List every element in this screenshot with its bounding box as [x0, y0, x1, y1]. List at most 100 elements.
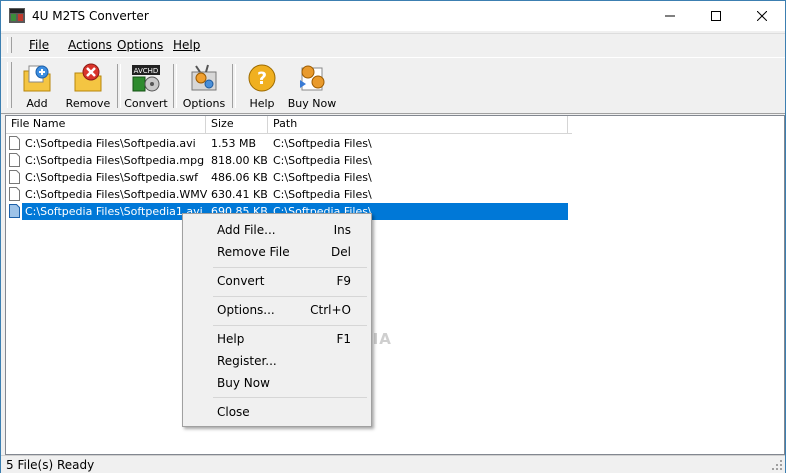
svg-text:AVCHD: AVCHD [134, 67, 159, 75]
buy-now-button[interactable]: Buy Now [287, 60, 337, 112]
menu-separator [213, 397, 367, 398]
ctx-options[interactable]: Options... Ctrl+O [185, 299, 369, 321]
app-icon[interactable] [9, 8, 25, 23]
table-row[interactable]: C:\Softpedia Files\Softpedia.WMV 630.41 … [6, 186, 568, 203]
cell-path: C:\Softpedia Files\ [273, 154, 372, 167]
toolbar-separator [117, 64, 121, 108]
ctx-convert[interactable]: Convert F9 [185, 270, 369, 292]
svg-text:?: ? [257, 69, 267, 89]
menu-separator [213, 325, 367, 326]
toolbar-separator [232, 64, 236, 108]
ctx-add-file[interactable]: Add File... Ins [185, 219, 369, 241]
cell-path: C:\Softpedia Files\ [273, 137, 372, 150]
table-row[interactable]: C:\Softpedia Files\Softpedia.avi 1.53 MB… [6, 135, 568, 152]
help-icon: ? [248, 64, 276, 92]
context-menu: Add File... Ins Remove File Del Convert … [182, 213, 372, 427]
maximize-icon [711, 11, 721, 21]
menu-options-label: Options [117, 38, 164, 52]
ctx-label: Help [217, 332, 245, 346]
column-file-name[interactable]: File Name [6, 116, 206, 133]
menu-separator [213, 267, 367, 268]
menu-options[interactable]: Options [117, 38, 163, 52]
remove-button[interactable]: Remove [63, 60, 113, 112]
cell-size: 486.06 KB [211, 171, 268, 184]
menu-file[interactable]: File [29, 38, 49, 52]
options-icon [191, 64, 217, 91]
convert-label: Convert [124, 97, 168, 110]
cell-size: 630.41 KB [211, 188, 268, 201]
maximize-button[interactable] [693, 1, 739, 31]
table-row[interactable]: C:\Softpedia Files\Softpedia.mpg 818.00 … [6, 152, 568, 169]
ctx-label: Register... [217, 354, 277, 368]
cell-path: C:\Softpedia Files\ [273, 188, 372, 201]
menu-file-label: File [29, 38, 50, 52]
cell-file-name: C:\Softpedia Files\Softpedia.swf [25, 171, 198, 184]
ctx-shortcut: F1 [336, 332, 351, 346]
ctx-label: Remove File [217, 245, 290, 259]
options-button[interactable]: Options [181, 60, 227, 112]
options-label: Options [182, 97, 226, 110]
help-button[interactable]: ? Help [241, 60, 283, 112]
add-button[interactable]: Add [15, 60, 59, 112]
ctx-label: Options... [217, 303, 275, 317]
ctx-close[interactable]: Close [185, 401, 369, 423]
menu-bar: File Actions Options Help [1, 33, 785, 56]
minimize-icon [665, 15, 675, 17]
toolbar: Add Remove AVCHD Convert Options ? Help … [1, 57, 785, 114]
menu-help-label: Help [173, 38, 201, 52]
add-icon [23, 65, 51, 92]
ctx-shortcut: F9 [336, 274, 351, 288]
ctx-label: Close [217, 405, 250, 419]
ctx-label: Add File... [217, 223, 276, 237]
file-icon [9, 187, 20, 201]
ctx-label: Convert [217, 274, 265, 288]
cell-path: C:\Softpedia Files\ [273, 171, 372, 184]
ctx-help[interactable]: Help F1 [185, 328, 369, 350]
status-text: 5 File(s) Ready [6, 458, 95, 472]
menu-separator [213, 296, 367, 297]
menu-help[interactable]: Help [173, 38, 200, 52]
window-title: 4U M2TS Converter [32, 9, 149, 23]
convert-button[interactable]: AVCHD Convert [123, 60, 169, 112]
file-icon [9, 136, 20, 150]
toolbar-separator [173, 64, 177, 108]
ctx-shortcut: Ctrl+O [310, 303, 351, 317]
status-bar: 5 File(s) Ready [1, 455, 785, 473]
ctx-buy-now[interactable]: Buy Now [185, 372, 369, 394]
minimize-button[interactable] [647, 1, 693, 31]
remove-label: Remove [65, 97, 111, 110]
close-button[interactable] [739, 1, 785, 31]
buy-now-label: Buy Now [287, 97, 337, 110]
ctx-label: Buy Now [217, 376, 270, 390]
file-icon [9, 153, 20, 167]
file-list[interactable]: File Name Size Path C:\Softpedia Files\S… [5, 115, 785, 455]
column-path[interactable]: Path [268, 116, 568, 133]
menu-actions-label: Actions [68, 38, 112, 52]
cell-file-name: C:\Softpedia Files\Softpedia.avi [25, 137, 196, 150]
buy-now-icon [300, 65, 325, 91]
add-label: Add [26, 97, 48, 110]
resize-grip-icon[interactable] [771, 459, 783, 471]
close-icon [757, 11, 767, 21]
ctx-shortcut: Ins [333, 223, 351, 237]
toolbar-grip[interactable] [7, 62, 12, 108]
file-icon [9, 204, 20, 218]
convert-icon: AVCHD [132, 65, 160, 92]
ctx-shortcut: Del [331, 245, 351, 259]
cell-file-name: C:\Softpedia Files\Softpedia1.avi [25, 205, 203, 218]
file-icon [9, 170, 20, 184]
menubar-grip[interactable] [7, 37, 12, 53]
cell-size: 1.53 MB [211, 137, 257, 150]
cell-size: 818.00 KB [211, 154, 268, 167]
column-size[interactable]: Size [206, 116, 268, 133]
title-bar[interactable]: 4U M2TS Converter [1, 1, 785, 31]
help-label: Help [249, 97, 275, 110]
table-row[interactable]: C:\Softpedia Files\Softpedia.swf 486.06 … [6, 169, 568, 186]
ctx-remove-file[interactable]: Remove File Del [185, 241, 369, 263]
remove-icon [74, 63, 102, 92]
ctx-register[interactable]: Register... [185, 350, 369, 372]
app-window: 4U M2TS Converter File Actions Options H… [0, 0, 786, 473]
cell-file-name: C:\Softpedia Files\Softpedia.mpg [25, 154, 205, 167]
cell-file-name: C:\Softpedia Files\Softpedia.WMV [25, 188, 208, 201]
menu-actions[interactable]: Actions [68, 38, 112, 52]
